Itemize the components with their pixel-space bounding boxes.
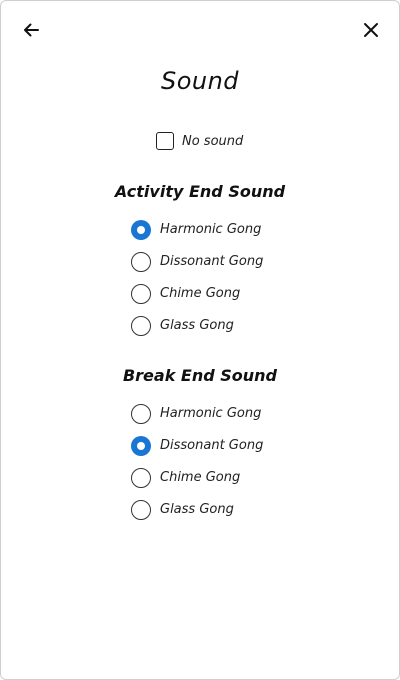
radio-button[interactable] [131,404,151,424]
close-button[interactable] [359,18,383,42]
activity-option-dissonant-gong[interactable]: Dissonant Gong [131,252,263,284]
break-option-harmonic-gong[interactable]: Harmonic Gong [131,404,263,436]
radio-button[interactable] [131,316,151,336]
close-icon [364,23,378,37]
break-option-glass-gong[interactable]: Glass Gong [131,500,263,532]
radio-button[interactable] [131,436,151,456]
radio-button[interactable] [131,252,151,272]
option-label: Glass Gong [160,502,234,517]
option-label: Dissonant Gong [160,254,264,269]
arrow-left-icon [24,23,39,37]
option-label: Dissonant Gong [160,438,264,453]
option-label: Glass Gong [160,318,234,333]
page-title: Sound [160,67,240,95]
sound-settings-panel: Sound No sound Activity End Sound Harmon… [0,0,400,680]
radio-button[interactable] [131,284,151,304]
no-sound-label: No sound [182,133,244,149]
break-end-sound-heading: Break End Sound [122,366,278,385]
no-sound-checkbox-row[interactable]: No sound [156,132,243,150]
activity-option-harmonic-gong[interactable]: Harmonic Gong [131,220,263,252]
radio-button[interactable] [131,220,151,240]
activity-option-glass-gong[interactable]: Glass Gong [131,316,263,348]
option-label: Harmonic Gong [160,222,262,237]
option-label: Chime Gong [160,470,241,485]
break-option-chime-gong[interactable]: Chime Gong [131,468,263,500]
option-label: Harmonic Gong [160,406,262,421]
back-button[interactable] [19,18,43,42]
activity-option-chime-gong[interactable]: Chime Gong [131,284,263,316]
break-end-sound-options: Harmonic Gong Dissonant Gong Chime Gong … [131,404,263,532]
radio-button[interactable] [131,500,151,520]
activity-end-sound-options: Harmonic Gong Dissonant Gong Chime Gong … [131,220,263,348]
option-label: Chime Gong [160,286,241,301]
no-sound-checkbox[interactable] [156,132,174,150]
break-option-dissonant-gong[interactable]: Dissonant Gong [131,436,263,468]
radio-button[interactable] [131,468,151,488]
activity-end-sound-heading: Activity End Sound [114,182,286,201]
